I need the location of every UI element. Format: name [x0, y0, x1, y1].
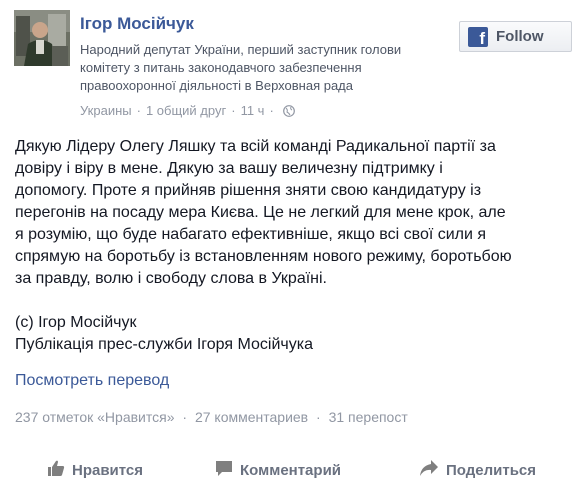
bio-line: правоохоронної діяльності в Верховная ра… [80, 78, 353, 93]
post-body-line: допомогу. Проте я прийняв рішення зняти … [15, 182, 482, 199]
stats-separator: · [182, 409, 188, 425]
post-signature: (с) Ігор Мосійчук [15, 314, 137, 331]
shares-count-link[interactable]: 31 перепост [329, 409, 408, 425]
post-body-line: Дякую Лідеру Олегу Ляшку та всій команді… [15, 138, 496, 155]
globe-icon[interactable] [282, 104, 295, 117]
mutual-friends-link[interactable]: 1 общий друг [146, 103, 226, 118]
post-publication-note: Публікація прес-служби Ігоря Мосійчука [15, 336, 313, 353]
post-action-bar: Нравится Комментарий Поделиться [0, 452, 585, 488]
like-label: Нравится [72, 461, 144, 479]
post-card: Ігор Мосійчук f Follow Народний депутат … [0, 0, 585, 495]
meta-separator: · [231, 103, 236, 118]
see-translation-link[interactable]: Посмотреть перевод [15, 372, 169, 390]
author-name-link[interactable]: Ігор Мосійчук [80, 14, 194, 34]
comment-bubble-icon [215, 459, 233, 482]
bio-line: Народний депутат України, перший заступн… [80, 42, 402, 57]
post-body-line: я розумію, що буде набагато ефективніше,… [15, 226, 487, 243]
meta-separator: · [136, 103, 141, 118]
author-bio: Народний депутат України, перший заступн… [80, 41, 430, 95]
share-label: Поделиться [446, 461, 537, 479]
author-avatar[interactable] [14, 10, 70, 66]
post-body-line: довіру і віру в мене. Дякую за вашу вели… [15, 160, 443, 177]
post-body: Дякую Лідеру Олегу Ляшку та всій команді… [15, 136, 575, 290]
stats-separator: · [316, 409, 321, 425]
post-body-line: перегонів на посаду мера Києва. Це не ле… [15, 204, 506, 221]
meta-separator: · [269, 103, 274, 118]
comments-count-link[interactable]: 27 комментариев [195, 409, 308, 425]
share-arrow-icon [419, 459, 439, 482]
thumbs-up-icon [47, 459, 65, 482]
likes-count-link[interactable]: 237 отметок «Нравится» [15, 409, 175, 425]
location-text: Украины [80, 103, 132, 118]
bio-line: комітету з питань законодавчого забезпеч… [80, 60, 362, 75]
post-signature-block: (с) Ігор Мосійчук Публікація прес-служби… [15, 312, 313, 356]
comment-label: Комментарий [240, 461, 342, 479]
post-body-line: спрямую на боротьбу із встановленням нов… [15, 248, 512, 265]
post-meta: Украины · 1 общий друг · 11 ч · [80, 103, 295, 118]
share-button[interactable]: Поделиться [419, 452, 536, 488]
follow-label: Follow [496, 28, 544, 45]
facebook-f-icon: f [468, 26, 488, 48]
like-button[interactable]: Нравится [47, 452, 143, 488]
post-body-line: за правду, волю і свободу слова в Україн… [15, 270, 327, 287]
post-timestamp[interactable]: 11 ч [241, 103, 265, 118]
comment-button[interactable]: Комментарий [215, 452, 341, 488]
post-stats: 237 отметок «Нравится» · 27 комментариев… [15, 409, 408, 425]
follow-button[interactable]: f Follow [459, 21, 572, 52]
